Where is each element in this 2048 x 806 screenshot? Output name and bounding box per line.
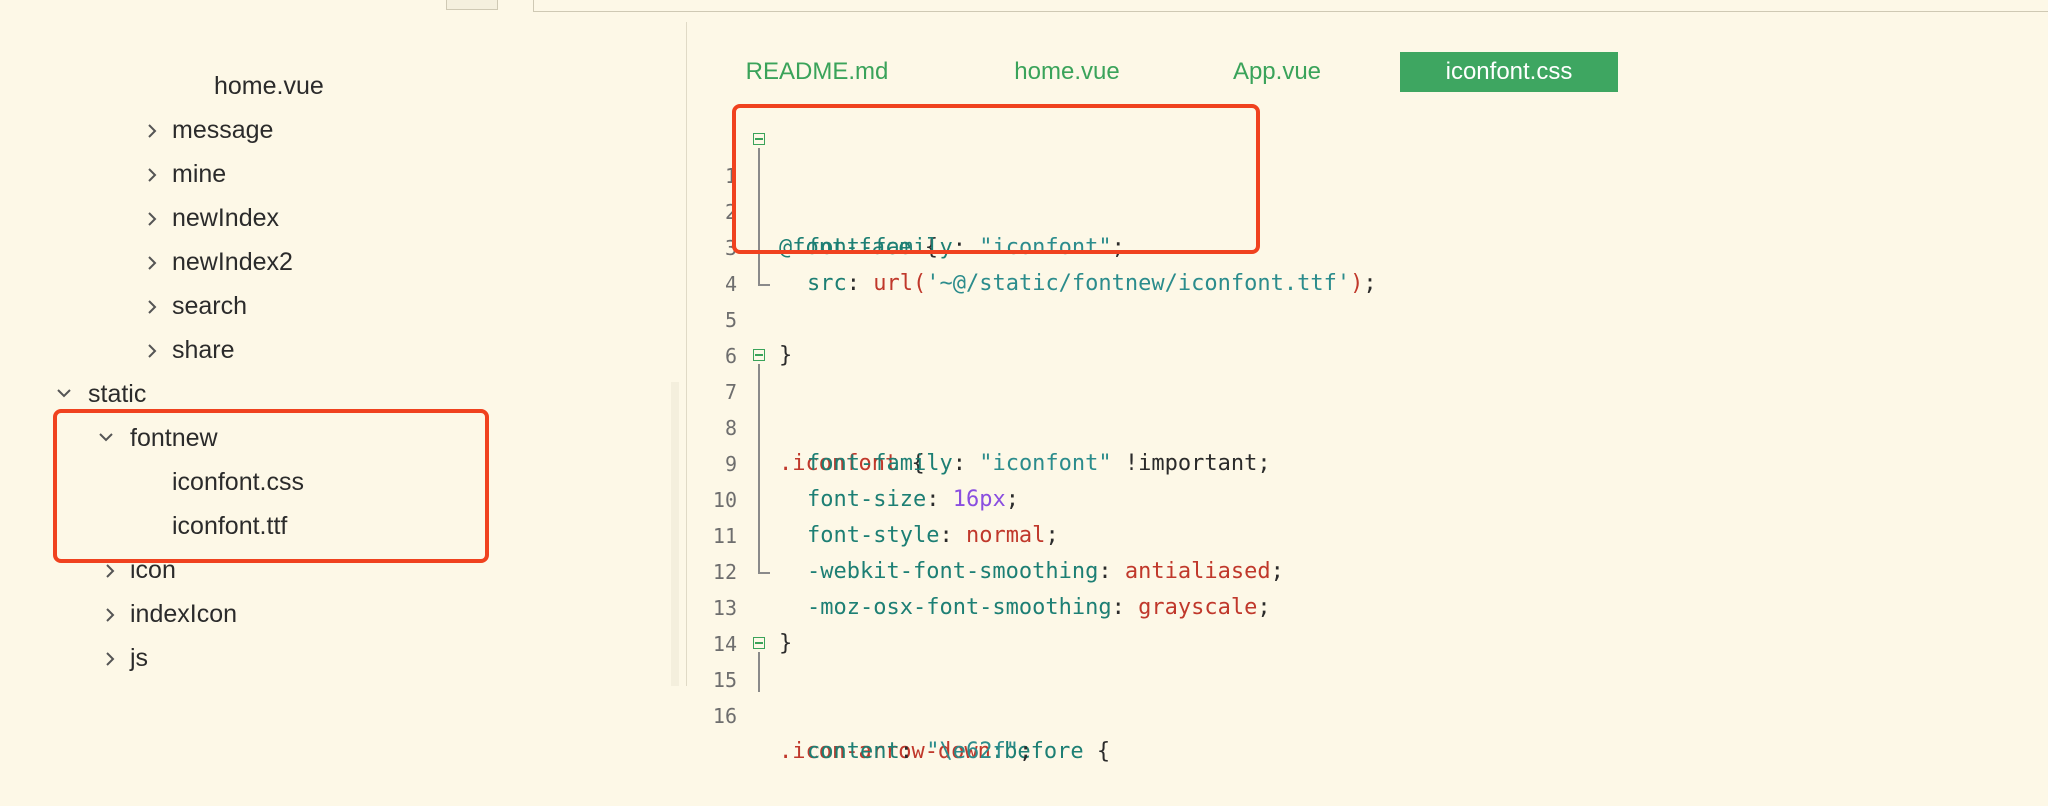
editor-tabs: README.md home.vue App.vue iconfont.css <box>687 52 2048 92</box>
sidebar-scrollbar[interactable] <box>671 382 679 686</box>
chevron-right-icon[interactable] <box>104 550 118 590</box>
toolbar-input[interactable] <box>533 0 2048 12</box>
code-editor: README.md home.vue App.vue iconfont.css … <box>687 22 2048 764</box>
fold-guide <box>758 364 760 572</box>
code-line: 6 <box>687 302 2048 368</box>
line-number: 16 <box>712 704 737 728</box>
tab-home-vue[interactable]: home.vue <box>987 52 1147 92</box>
chevron-right-icon[interactable] <box>146 154 160 194</box>
code-line: 8 font-family: "iconfont" !important; <box>687 374 2048 476</box>
tree-item-label: iconfont.css <box>172 468 305 496</box>
code-line: 15 .icon-arrow-down:before { <box>687 626 2048 764</box>
code-line: 13 } <box>687 554 2048 656</box>
code-property: content <box>807 739 900 764</box>
chevron-right-icon[interactable] <box>104 594 118 634</box>
code-line: 14 <box>687 590 2048 656</box>
code-semicolon: ; <box>1018 739 1033 764</box>
code-string: "\e62f" <box>926 739 1019 764</box>
code-line: 4 <box>687 230 2048 296</box>
fold-guide-end <box>758 284 770 286</box>
code-line: 10 font-style: normal; <box>687 446 2048 548</box>
fold-collapse-icon[interactable] <box>753 133 765 145</box>
tree-item-label: share <box>172 336 235 364</box>
chevron-right-icon[interactable] <box>146 330 160 370</box>
chevron-right-icon[interactable] <box>146 286 160 326</box>
tree-item-label: newIndex2 <box>172 248 293 276</box>
chevron-right-icon[interactable] <box>146 242 160 282</box>
fold-guide <box>758 652 760 692</box>
tree-item-label: newIndex <box>172 204 280 232</box>
tree-item-label: iconfont.ttf <box>172 512 288 540</box>
chevron-right-icon[interactable] <box>146 198 160 238</box>
code-line: 2 font-family: "iconfont"; <box>687 158 2048 260</box>
fold-guide-end <box>758 572 770 574</box>
code-colon: : <box>899 739 927 764</box>
tree-item-label: search <box>172 292 248 320</box>
code-text: content: "\e62f"; <box>807 734 1032 770</box>
fold-guide <box>758 148 760 284</box>
fold-collapse-icon[interactable] <box>753 349 765 361</box>
tree-item-label: fontnew <box>130 424 218 452</box>
tree-item-label: icon <box>130 556 176 584</box>
tree-item-label: indexIcon <box>130 600 238 628</box>
code-line: 5 } <box>687 266 2048 368</box>
tab-readme[interactable]: README.md <box>737 52 897 92</box>
tree-item-label: message <box>172 116 274 144</box>
chevron-right-icon[interactable] <box>146 110 160 150</box>
fold-collapse-icon[interactable] <box>753 637 765 649</box>
tab-app-vue[interactable]: App.vue <box>1207 52 1347 92</box>
code-line: 11 -webkit-font-smoothing: antialiased; <box>687 482 2048 584</box>
chevron-right-icon[interactable] <box>104 638 118 678</box>
code-line: 16 content: "\e62f"; <box>687 662 2048 764</box>
tree-item-label: home.vue <box>214 72 324 100</box>
code-line: 1 @font-face { <box>687 122 2048 260</box>
code-line: 9 font-size: 16px; <box>687 410 2048 512</box>
code-line: 12 -moz-osx-font-smoothing: grayscale; <box>687 518 2048 620</box>
chevron-down-icon[interactable] <box>56 374 71 414</box>
code-brace: { <box>1083 739 1111 764</box>
toolbar-button[interactable] <box>446 0 498 10</box>
code-line: 7 .iconfont { <box>687 338 2048 476</box>
tab-iconfont-css[interactable]: iconfont.css <box>1400 52 1618 92</box>
tree-item-label: js <box>130 644 149 672</box>
code-line: 3 src: url('~@/static/fontnew/iconfont.t… <box>687 194 2048 296</box>
chevron-down-icon[interactable] <box>98 418 113 458</box>
project-explorer: home.vue message mine newIndex newIndex2… <box>0 22 687 686</box>
top-toolbar <box>0 0 2048 23</box>
tree-item-label: mine <box>172 160 227 188</box>
tree-item-label: static <box>88 380 147 408</box>
